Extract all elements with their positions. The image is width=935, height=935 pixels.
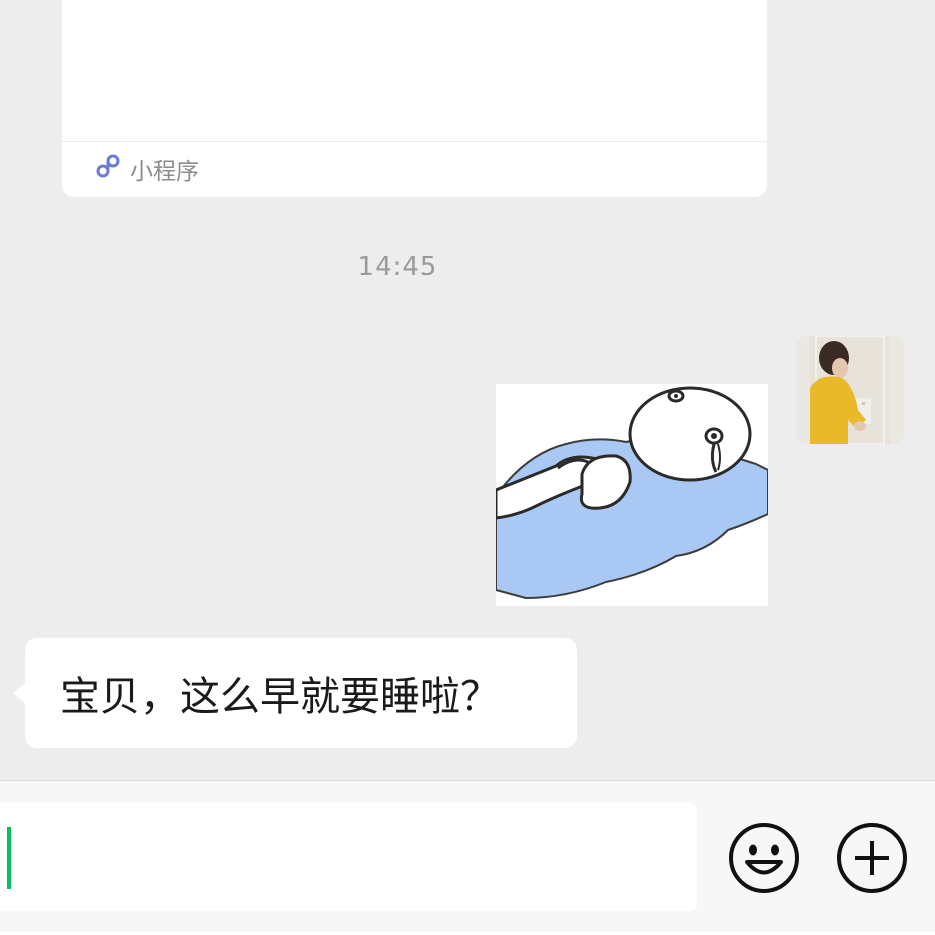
sticker-message[interactable]	[496, 384, 768, 606]
incoming-message-text: 宝贝，这么早就要睡啦？	[60, 674, 500, 720]
message-timestamp: 14:45	[357, 252, 438, 282]
more-button[interactable]	[835, 821, 909, 895]
message-input[interactable]	[0, 803, 697, 911]
emoji-icon	[729, 823, 799, 893]
mini-program-card[interactable]: 小程序	[62, 0, 767, 197]
mini-program-footer: 小程序	[94, 152, 199, 186]
chat-input-bar	[0, 780, 935, 935]
incoming-message-bubble[interactable]: 宝贝，这么早就要睡啦？	[13, 638, 577, 748]
emoji-button[interactable]	[727, 821, 801, 895]
mini-program-label: 小程序	[130, 159, 199, 185]
self-avatar[interactable]	[796, 336, 904, 444]
card-divider	[62, 141, 767, 142]
text-caret	[7, 827, 11, 889]
crying-sticker-icon	[496, 386, 768, 600]
mini-program-icon	[94, 152, 122, 186]
plus-icon	[837, 823, 907, 893]
